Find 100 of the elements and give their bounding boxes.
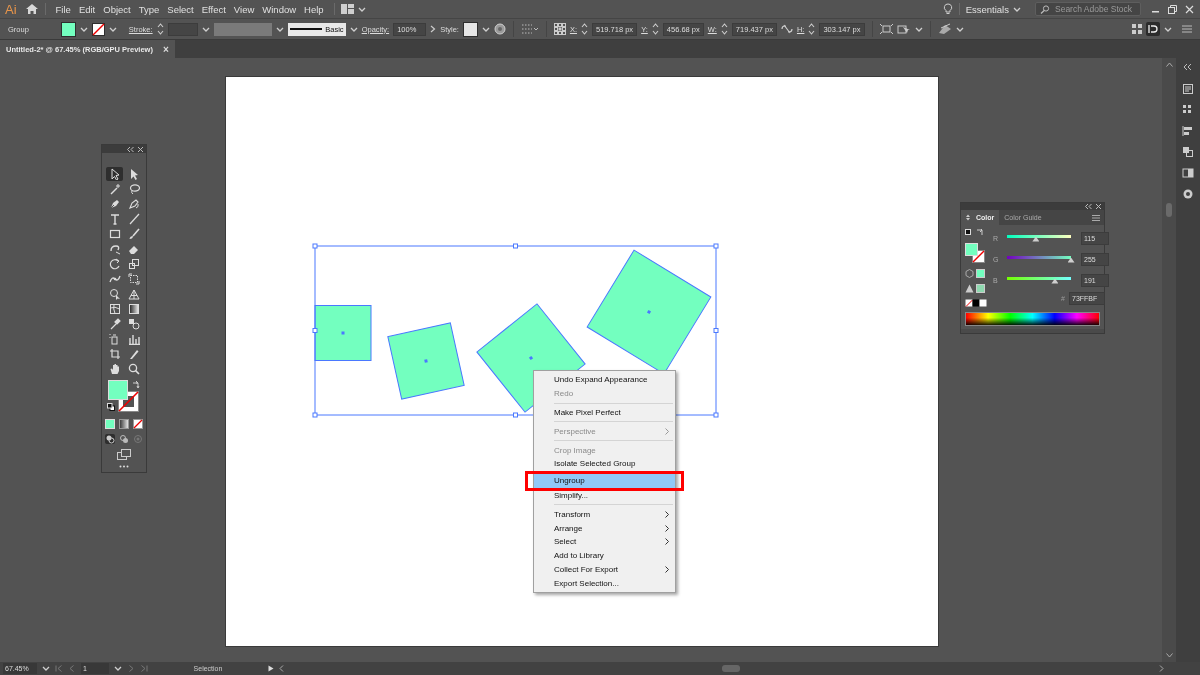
perspective-grid-tool[interactable]: [125, 287, 142, 301]
arrange-icon[interactable]: [1132, 24, 1142, 34]
menu-item[interactable]: Select: [163, 3, 198, 15]
chevron-icon[interactable]: [1164, 25, 1172, 33]
collapse-icon[interactable]: [127, 146, 134, 152]
menu-item[interactable]: Effect: [197, 3, 230, 15]
lightbulb-icon[interactable]: [942, 3, 953, 15]
slider-thumb[interactable]: [1067, 257, 1075, 263]
close-icon[interactable]: [1185, 4, 1194, 14]
square-shape[interactable]: [314, 305, 372, 361]
chevron-icon[interactable]: [42, 665, 50, 672]
scroll-up-icon[interactable]: [1165, 62, 1173, 67]
chevron-icon[interactable]: [108, 25, 117, 33]
grid-icon[interactable]: [1182, 104, 1194, 116]
appearance-icon[interactable]: [1182, 188, 1194, 200]
cube-swatch-icon[interactable]: [965, 269, 985, 278]
snap-icon[interactable]: [1146, 22, 1160, 36]
spinner-icon[interactable]: [156, 22, 164, 36]
close-icon[interactable]: [138, 146, 143, 152]
spinner-icon[interactable]: [720, 22, 728, 36]
pathfinder-icon[interactable]: [1182, 146, 1194, 158]
slider-thumb[interactable]: [1032, 236, 1040, 242]
align-icon[interactable]: [1182, 125, 1194, 137]
chevron-icon[interactable]: [357, 5, 366, 13]
vertical-scrollbar[interactable]: [1162, 58, 1176, 662]
free-transform-tool[interactable]: [125, 272, 142, 286]
chevron-icon[interactable]: [349, 25, 358, 33]
tab-close-button[interactable]: ×: [162, 43, 169, 55]
menu-item[interactable]: Undo Expand Appearance: [534, 373, 675, 387]
hand-icon: [108, 363, 121, 375]
collapse-icon[interactable]: [1085, 204, 1092, 209]
scroll-thumb[interactable]: [722, 665, 740, 672]
close-icon[interactable]: [1096, 204, 1101, 209]
workspace-switcher[interactable]: Essentials: [965, 3, 1021, 15]
slider-thumb[interactable]: [1051, 278, 1059, 284]
gradient-mode-icon[interactable]: [119, 419, 129, 429]
none-mode-icon[interactable]: [133, 419, 143, 429]
draw-behind-icon[interactable]: [119, 434, 129, 444]
scroll-thumb[interactable]: [1166, 203, 1172, 217]
screen-mode-icon[interactable]: [117, 449, 131, 460]
chevron-icon[interactable]: [201, 25, 210, 33]
menu-item[interactable]: Edit: [74, 3, 100, 15]
scroll-down-icon[interactable]: [1165, 653, 1173, 658]
menu-item[interactable]: Add to Library: [534, 548, 675, 563]
menu-item[interactable]: Export Selection...: [534, 576, 675, 591]
spinner-icon[interactable]: [581, 22, 588, 36]
layout-icon[interactable]: [340, 4, 355, 14]
link-icon[interactable]: [780, 24, 793, 34]
search-field[interactable]: Search Adobe Stock: [1035, 2, 1141, 16]
menu-item[interactable]: View: [229, 3, 259, 15]
menu-item[interactable]: Transform: [534, 507, 675, 522]
color-mode-icon[interactable]: [105, 419, 115, 429]
menu-item[interactable]: Make Pixel Perfect: [534, 405, 675, 420]
gradient-panel-icon[interactable]: [1182, 167, 1194, 179]
selection-bounding-box[interactable]: [312, 243, 719, 418]
restore-icon[interactable]: [1168, 4, 1177, 14]
menu-item[interactable]: Help: [300, 3, 328, 15]
menu-item[interactable]: Collect For Export: [534, 562, 675, 577]
color-spectrum[interactable]: [965, 312, 1100, 326]
draw-normal-icon[interactable]: [105, 434, 115, 444]
transform-icon[interactable]: [879, 23, 893, 35]
panel-menu-icon[interactable]: [1092, 214, 1100, 221]
more-icon[interactable]: [119, 465, 129, 468]
menu-item[interactable]: Window: [258, 3, 301, 15]
arrow-right-icon[interactable]: [430, 25, 437, 33]
default-colors-icon[interactable]: [107, 403, 115, 411]
variable-width-field[interactable]: [213, 22, 272, 36]
menu-item[interactable]: Arrange: [534, 521, 675, 535]
style-swatch[interactable]: [462, 21, 478, 37]
menu-item[interactable]: Simplify...: [534, 488, 675, 503]
perspective-grid-icon: [127, 288, 140, 300]
properties-icon[interactable]: [1182, 83, 1194, 95]
reference-point-icon[interactable]: [553, 23, 566, 35]
warning-swatch-icon[interactable]: [965, 284, 985, 293]
arrow-tool[interactable]: [106, 167, 123, 181]
isolate-icon[interactable]: [896, 23, 911, 35]
menu-item[interactable]: Type: [134, 3, 164, 15]
spinner-icon[interactable]: [808, 22, 816, 36]
recolor-icon[interactable]: [493, 23, 506, 35]
puppet-warp-icon[interactable]: [937, 23, 952, 35]
stroke-swatch[interactable]: [91, 22, 105, 36]
fill-stroke-swatch[interactable]: [965, 243, 985, 263]
fill-swatch[interactable]: [60, 21, 76, 37]
spinner-icon[interactable]: [651, 22, 659, 36]
preset-swatches-icon[interactable]: [965, 299, 987, 307]
chevron-icon[interactable]: [114, 665, 122, 672]
menu-item[interactable]: Ungroup: [534, 473, 675, 488]
chevron-icon[interactable]: [955, 25, 964, 33]
chevron-icon[interactable]: [481, 25, 490, 33]
chevron-icon[interactable]: [79, 25, 88, 33]
chevron-icon[interactable]: [1013, 5, 1021, 13]
menu-item[interactable]: Select: [534, 534, 675, 549]
play-icon[interactable]: [268, 665, 274, 672]
home-icon[interactable]: [24, 3, 39, 15]
menu-item[interactable]: File: [51, 3, 75, 15]
menu-item[interactable]: Isolate Selected Group: [534, 457, 675, 471]
chevron-icon[interactable]: [914, 25, 923, 33]
chevron-icon[interactable]: [275, 25, 284, 33]
swap-icon[interactable]: [965, 229, 985, 237]
menu-item[interactable]: Object: [99, 3, 135, 15]
